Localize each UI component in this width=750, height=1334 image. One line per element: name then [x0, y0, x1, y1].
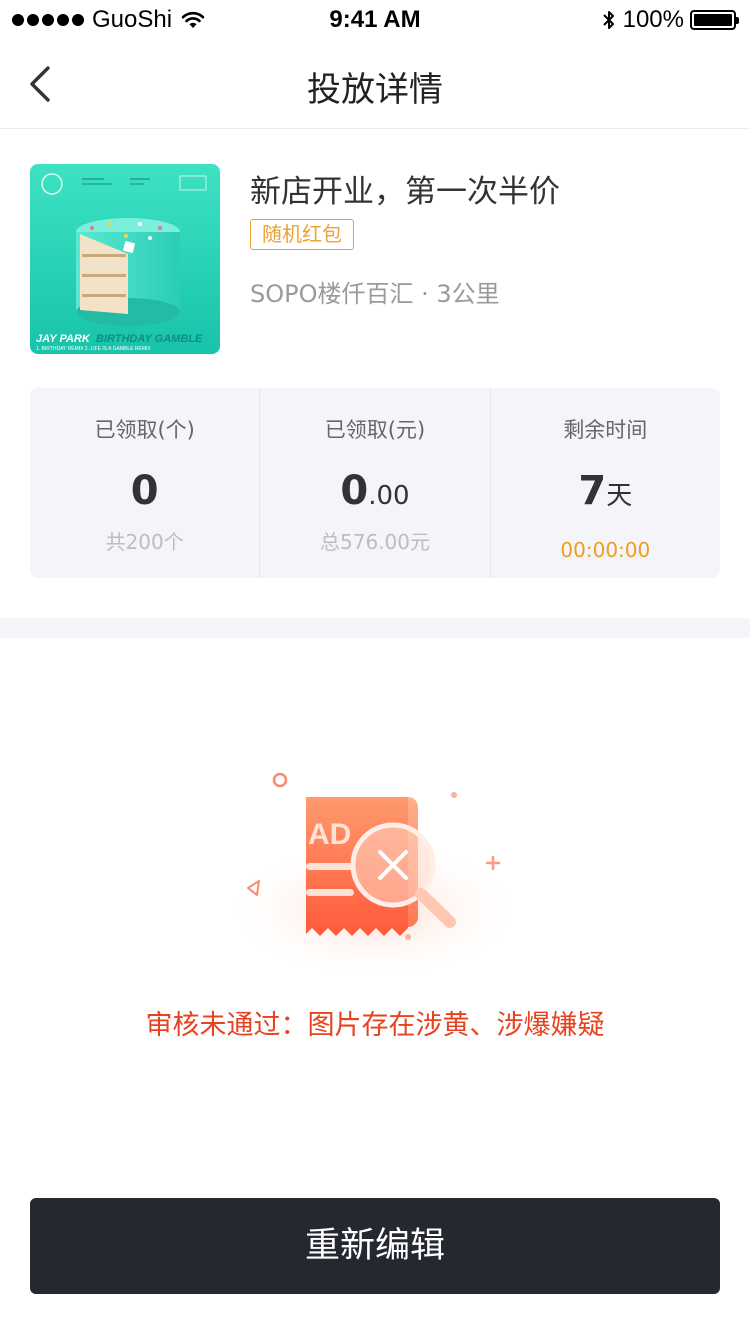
stat-claimed-amount: 已领取(元) 0.00 总576.00元: [259, 388, 489, 578]
review-rejection-message: 审核未通过：图片存在涉黄、涉爆嫌疑: [145, 1010, 605, 1041]
stat-claimed-count: 已领取(个) 0 共200个: [30, 388, 259, 578]
stat-total: 共200个: [105, 530, 184, 554]
campaign-thumbnail: JAY PARK BIRTHDAY GAMBLE 1. BIRTHDAY REM…: [30, 164, 220, 354]
campaign-title: 新店开业，第一次半价: [250, 174, 560, 210]
stat-value: 0: [130, 468, 159, 514]
stat-label: 剩余时间: [563, 418, 648, 442]
stat-label: 已领取(个): [94, 418, 195, 442]
ad-rejected-illustration: AD: [200, 760, 550, 980]
page-title: 投放详情: [307, 70, 443, 110]
re-edit-button[interactable]: 重新编辑: [30, 1198, 720, 1294]
countdown-timer: 00:00:00: [560, 538, 651, 562]
battery-level: [694, 14, 732, 26]
stat-label: 已领取(元): [324, 418, 426, 442]
bluetooth-icon: [602, 11, 614, 29]
navigation-bar: 投放详情: [0, 40, 750, 129]
status-right: 100%: [601, 6, 739, 34]
cake-album-art-icon: JAY PARK BIRTHDAY GAMBLE 1. BIRTHDAY REM…: [30, 164, 220, 354]
stat-remaining-time: 剩余时间 7天 00:00:00: [489, 388, 720, 578]
campaign-location-distance: SOPO楼仟百汇 · 3公里: [250, 280, 500, 308]
svg-text:AD: AD: [308, 818, 351, 851]
stat-total: 总576.00元: [320, 530, 430, 554]
battery-percentage: 100%: [622, 6, 684, 33]
campaign-tag-badge: 随机红包: [250, 219, 354, 250]
status-bar: GuoShi 9:41 AM 100%: [0, 0, 750, 40]
stat-value: 7天: [578, 468, 633, 514]
svg-text:JAY PARK: JAY PARK: [36, 333, 91, 345]
ad-rejected-icon: AD: [225, 772, 525, 980]
svg-text:1. BIRTHDAY REMIX 2. LIFE IS: 1. BIRTHDAY REMIX 2. LIFE IS A GAMBLE RE…: [36, 346, 151, 352]
section-divider: [0, 618, 750, 638]
stats-panel: 已领取(个) 0 共200个 已领取(元) 0.00 总576.00元 剩余时间…: [30, 388, 720, 578]
stat-value: 0.00: [340, 468, 410, 514]
svg-text:BIRTHDAY GAMBLE: BIRTHDAY GAMBLE: [96, 333, 203, 345]
battery-icon: [690, 10, 739, 30]
